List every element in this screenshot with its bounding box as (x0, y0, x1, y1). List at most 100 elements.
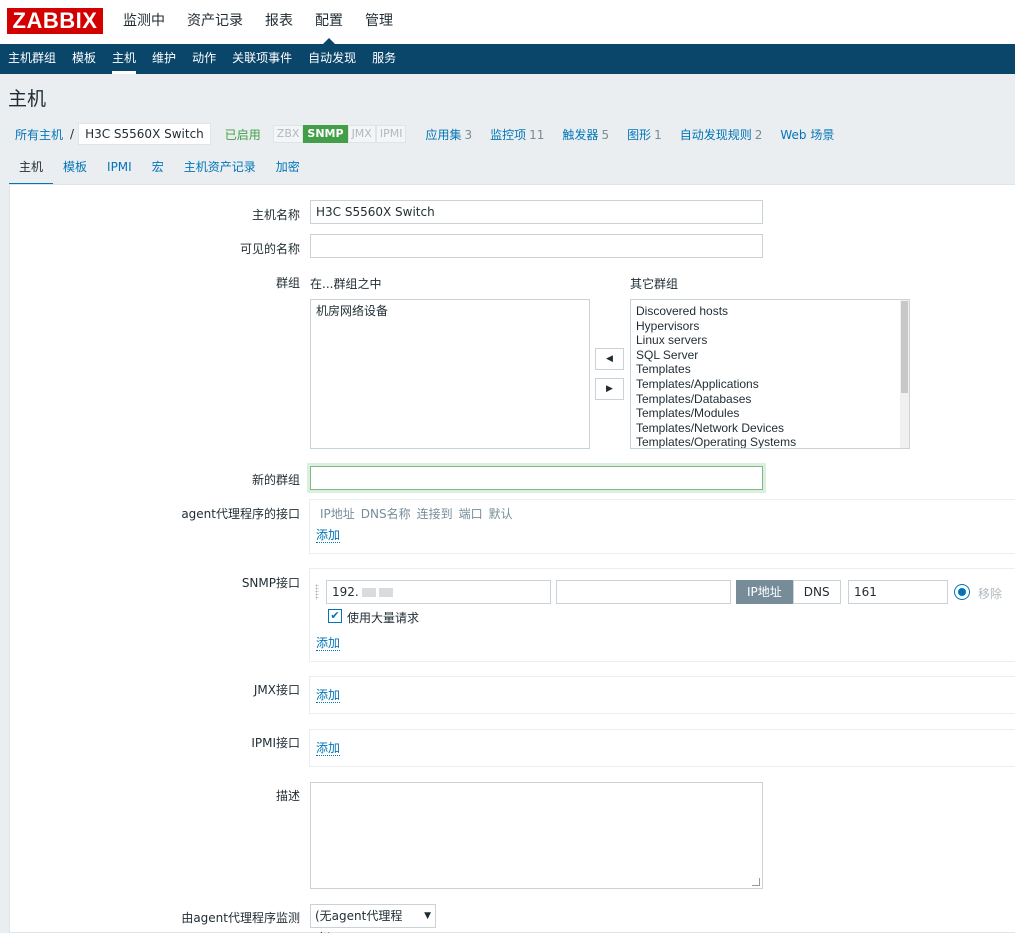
tab-macros[interactable]: 宏 (142, 152, 174, 185)
add-jmx-interface-link[interactable]: 添加 (316, 688, 341, 703)
all-hosts-link[interactable]: 所有主机 (9, 126, 69, 143)
other-groups-scrollbar[interactable] (900, 300, 909, 448)
breadcrumb: 所有主机 / H3C S5560X Switch 已启用 ZBX SNMP JM… (9, 122, 843, 146)
new-group-input[interactable] (310, 466, 763, 490)
in-groups-list[interactable]: 机房网络设备 (310, 299, 590, 449)
sub-menu-host-groups[interactable]: 主机群组 (0, 44, 64, 74)
items-label: 监控项 (490, 127, 527, 142)
other-groups-list[interactable]: Discovered hosts Hypervisors Linux serve… (630, 299, 910, 449)
redacted-mark (361, 588, 376, 597)
sub-menu-actions[interactable]: 动作 (184, 44, 224, 74)
web-scenarios-link[interactable]: Web 场景 (771, 126, 843, 143)
description-label: 描述 (275, 789, 300, 803)
in-group-option[interactable]: 机房网络设备 (316, 304, 584, 319)
jmx-badge: JMX (347, 125, 376, 143)
scrollbar-thumb[interactable] (901, 301, 908, 393)
discovery-rules-link[interactable]: 自动发现规则 2 (671, 126, 772, 143)
bulk-requests-checkbox[interactable]: ✔ (328, 609, 342, 623)
remove-interface-link[interactable]: 移除 (978, 585, 1002, 602)
other-group-option[interactable]: Templates/Databases (636, 392, 895, 407)
triggers-link[interactable]: 触发器 5 (553, 126, 618, 143)
top-menu-monitoring[interactable]: 监测中 (112, 0, 176, 44)
jmx-interfaces-label: JMX接口 (253, 683, 300, 697)
snmp-ip-value: 192. (332, 585, 359, 599)
other-group-option[interactable]: Templates/Operating Systems (636, 435, 895, 448)
agent-interfaces-box: IP地址 DNS名称 连接到 端口 默认 添加 (309, 499, 1015, 554)
agent-interfaces-label: agent代理程序的接口 (181, 507, 300, 521)
tab-ipmi[interactable]: IPMI (97, 152, 142, 185)
sub-menu: 主机群组 模板 主机 维护 动作 关联项事件 自动发现 服务 (0, 44, 1015, 74)
ipmi-interfaces-label: IPMI接口 (251, 736, 300, 750)
other-group-option[interactable]: SQL Server (636, 348, 895, 363)
description-textarea[interactable] (310, 782, 763, 889)
other-group-option[interactable]: Templates/Applications (636, 377, 895, 392)
ipmi-badge: IPMI (375, 125, 407, 143)
move-left-button[interactable]: ◀ (595, 348, 624, 370)
add-agent-interface-link[interactable]: 添加 (316, 528, 341, 543)
sub-menu-hosts[interactable]: 主机 (104, 44, 144, 74)
other-group-option[interactable]: Templates/Modules (636, 406, 895, 421)
items-count: 11 (529, 127, 545, 142)
discovery-rules-count: 2 (754, 127, 763, 142)
snmp-badge: SNMP (303, 125, 348, 143)
tab-encryption[interactable]: 加密 (266, 152, 310, 185)
items-link[interactable]: 监控项 11 (481, 126, 553, 143)
check-icon: ✔ (330, 609, 340, 622)
other-group-option[interactable]: Templates/Network Devices (636, 421, 895, 436)
connect-ip-button[interactable]: IP地址 (736, 580, 793, 604)
snmp-interfaces-box: 192. IP地址 DNS 161 移除 ✔ 使用大量请求 添加 (309, 568, 1015, 662)
visible-name-input[interactable] (310, 234, 763, 258)
host-name-input[interactable]: H3C S5560X Switch (310, 200, 763, 224)
top-menu-configuration[interactable]: 配置 (304, 0, 354, 44)
tab-templates[interactable]: 模板 (53, 152, 97, 185)
tab-inventory[interactable]: 主机资产记录 (174, 152, 266, 185)
header-port: 端口 (458, 507, 483, 521)
resize-handle-icon[interactable] (752, 878, 760, 886)
sub-menu-services[interactable]: 服务 (364, 44, 404, 74)
current-host: H3C S5560X Switch (78, 123, 211, 145)
sub-menu-event-correlation[interactable]: 关联项事件 (224, 44, 300, 74)
host-tabs: 主机 模板 IPMI 宏 主机资产记录 加密 (9, 152, 310, 185)
snmp-dns-input[interactable] (556, 580, 731, 604)
other-group-option[interactable]: Hypervisors (636, 319, 895, 334)
header-connect: 连接到 (416, 507, 453, 521)
top-menu-reports[interactable]: 报表 (254, 0, 304, 44)
applications-label: 应用集 (425, 127, 462, 142)
graphs-link[interactable]: 图形 1 (618, 126, 671, 143)
host-name-label: 主机名称 (251, 208, 300, 222)
other-group-option[interactable]: Templates (636, 362, 895, 377)
availability-badges: ZBX SNMP JMX IPMI (272, 125, 407, 143)
tab-host[interactable]: 主机 (9, 152, 54, 185)
proxy-select[interactable]: (无agent代理程序) ▼ (310, 904, 436, 933)
move-right-button[interactable]: ▶ (595, 378, 624, 400)
interface-headers: IP地址 DNS名称 连接到 端口 默认 (320, 505, 519, 522)
default-interface-radio[interactable] (954, 584, 970, 600)
zabbix-logo[interactable]: ZABBIX (7, 8, 103, 34)
other-group-option[interactable]: Discovered hosts (636, 304, 895, 319)
other-group-option[interactable]: Linux servers (636, 333, 895, 348)
add-ipmi-interface-link[interactable]: 添加 (316, 741, 341, 756)
top-menu-administration[interactable]: 管理 (354, 0, 404, 44)
drag-handle-icon[interactable] (315, 584, 319, 600)
connect-to-toggle: IP地址 DNS (736, 580, 841, 604)
ipmi-interfaces-box: 添加 (309, 729, 1015, 767)
snmp-port-input[interactable]: 161 (848, 580, 948, 604)
add-snmp-interface-link[interactable]: 添加 (316, 636, 341, 651)
snmp-interfaces-label: SNMP接口 (241, 576, 300, 590)
sub-menu-maintenance[interactable]: 维护 (144, 44, 184, 74)
redacted-mark (378, 588, 393, 597)
host-status[interactable]: 已启用 (211, 126, 273, 143)
zbx-badge: ZBX (272, 125, 304, 143)
sub-menu-discovery[interactable]: 自动发现 (300, 44, 364, 74)
applications-link[interactable]: 应用集 3 (416, 126, 481, 143)
host-form: 主机名称 H3C S5560X Switch 可见的名称 群组 在...群组之中… (9, 184, 1015, 933)
web-scenarios-label: Web 场景 (780, 127, 835, 142)
snmp-ip-input[interactable]: 192. (326, 580, 551, 604)
top-menu-inventory[interactable]: 资产记录 (176, 0, 254, 44)
jmx-interfaces-box: 添加 (309, 676, 1015, 714)
new-group-label: 新的群组 (251, 473, 300, 487)
sub-menu-templates[interactable]: 模板 (64, 44, 104, 74)
connect-dns-button[interactable]: DNS (792, 580, 841, 604)
triggers-count: 5 (601, 127, 610, 142)
groups-label: 群组 (275, 276, 300, 290)
